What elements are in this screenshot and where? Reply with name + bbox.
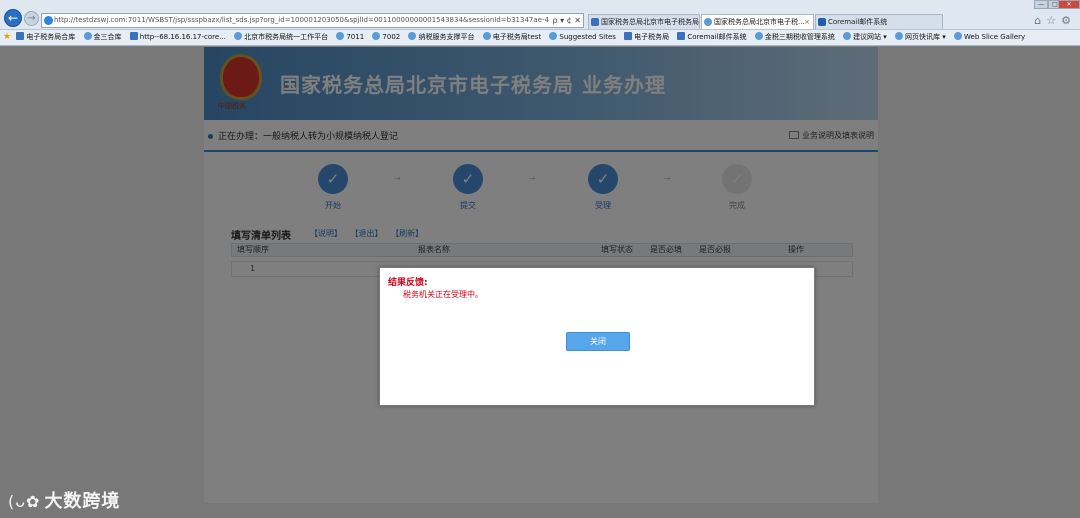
tab-tax-bureau-2[interactable]: 国家税务总局北京市电子税... ×	[701, 14, 814, 29]
favorite-label: 金税三期税收管理系统	[764, 33, 835, 41]
favorite-link[interactable]: 电子税务局合库	[16, 30, 75, 45]
favorite-label: Coremail邮件系统	[687, 33, 747, 41]
ie-icon	[754, 32, 763, 40]
ie-page-icon	[44, 16, 53, 25]
favorite-link[interactable]: 北京市税务局统一工作平台	[234, 30, 328, 45]
favorite-label: 电子税务局合库	[26, 33, 76, 41]
dialog-message: 税务机关正在受理中。	[403, 290, 483, 299]
favorite-link[interactable]: Web Slice Gallery	[954, 30, 1025, 45]
watermark-text: 大数跨境	[44, 491, 121, 512]
favorite-label: 金三合库	[93, 33, 122, 41]
tab-tax-bureau-1[interactable]: 国家税务总局北京市电子税务局	[588, 14, 700, 29]
ie-icon	[336, 32, 345, 40]
favorite-label: http--68.16.16.17-core...	[139, 33, 226, 41]
favorite-link[interactable]: Coremail邮件系统	[677, 30, 747, 45]
tile-icon	[624, 32, 633, 40]
favorite-label: Suggested Sites	[559, 33, 616, 41]
back-button[interactable]: ←	[4, 9, 22, 27]
result-dialog: 结果反馈: 税务机关正在受理中。 关闭	[379, 267, 815, 406]
favorite-link[interactable]: 7011	[336, 30, 364, 45]
tile-icon	[677, 32, 686, 40]
favorite-link[interactable]: 电子税务局	[624, 30, 669, 45]
dialog-title: 结果反馈:	[388, 278, 428, 288]
tab-favicon-icon	[591, 18, 599, 26]
minimize-button[interactable]: —	[1034, 0, 1048, 9]
browser-titlebar: ← → http://testdzswj.com:7011/WSBST/jsp/…	[0, 0, 1080, 30]
favorite-label: 纳税服务支撑平台	[418, 33, 475, 41]
favorite-link[interactable]: http--68.16.16.17-core...	[129, 30, 226, 45]
tab-label: 国家税务总局北京市电子税...	[714, 18, 805, 26]
favorite-link[interactable]: 电子税务局test	[482, 30, 542, 45]
tab-close-icon[interactable]: ×	[804, 15, 810, 29]
favorite-link[interactable]: 金三合库	[83, 30, 122, 45]
forward-button[interactable]: →	[24, 11, 39, 26]
close-window-button[interactable]: ✕	[1058, 0, 1080, 9]
ie-icon	[549, 32, 558, 40]
favorite-link[interactable]: 网页快讯库 ▾	[895, 30, 946, 45]
ie-icon	[954, 32, 963, 40]
favorite-link[interactable]: 纳税服务支撑平台	[408, 30, 474, 45]
favorites-bar: ★ 电子税务局合库 金三合库 http--68.16.16.17-core...…	[0, 30, 1080, 46]
favorite-link[interactable]: 7002	[372, 30, 400, 45]
favorite-link[interactable]: Suggested Sites	[549, 30, 616, 45]
watermark-logo-icon: (ᴗ✿	[8, 492, 41, 511]
tab-favicon-icon	[818, 18, 826, 26]
address-bar[interactable]: http://testdzswj.com:7011/WSBST/jsp/sssp…	[41, 13, 584, 28]
tile-icon	[129, 32, 138, 40]
home-favorites-settings-icons[interactable]: ⌂☆⚙	[1034, 14, 1076, 27]
tab-coremail[interactable]: Coremail邮件系统	[815, 14, 943, 29]
tab-label: Coremail邮件系统	[828, 18, 888, 26]
address-url: http://testdzswj.com:7011/WSBST/jsp/sssp…	[54, 16, 581, 24]
favorite-label: 建议网站 ▾	[853, 33, 887, 41]
ie-icon	[843, 32, 852, 40]
close-button[interactable]: 关闭	[566, 332, 630, 351]
ie-icon	[895, 32, 904, 40]
back-arrow-icon: ←	[7, 11, 19, 25]
favorite-link[interactable]: 建议网站 ▾	[843, 30, 887, 45]
watermark: (ᴗ✿ 大数跨境	[8, 487, 120, 513]
ie-icon	[83, 32, 92, 40]
favorite-label: 电子税务局test	[492, 33, 542, 41]
favorite-label: Web Slice Gallery	[964, 33, 1026, 41]
ie-icon	[482, 32, 491, 40]
favorite-label: 7011	[346, 33, 365, 41]
forward-arrow-icon: →	[27, 13, 36, 24]
ie-icon	[372, 32, 381, 40]
tab-label: 国家税务总局北京市电子税务局	[601, 18, 699, 26]
favorites-star-icon[interactable]: ★	[3, 32, 11, 42]
ie-icon	[234, 32, 243, 40]
tab-favicon-icon	[704, 18, 712, 26]
ie-icon	[408, 32, 417, 40]
favorite-link[interactable]: 金税三期税收管理系统	[754, 30, 835, 45]
favorite-label: 7002	[382, 33, 401, 41]
favorite-label: 电子税务局	[634, 33, 670, 41]
tile-icon	[16, 32, 25, 40]
favorite-label: 网页快讯库 ▾	[905, 33, 946, 41]
favorite-label: 北京市税务局统一工作平台	[244, 33, 329, 41]
address-tools-icons[interactable]: ρ ▾ ¢ ✕	[549, 14, 581, 27]
